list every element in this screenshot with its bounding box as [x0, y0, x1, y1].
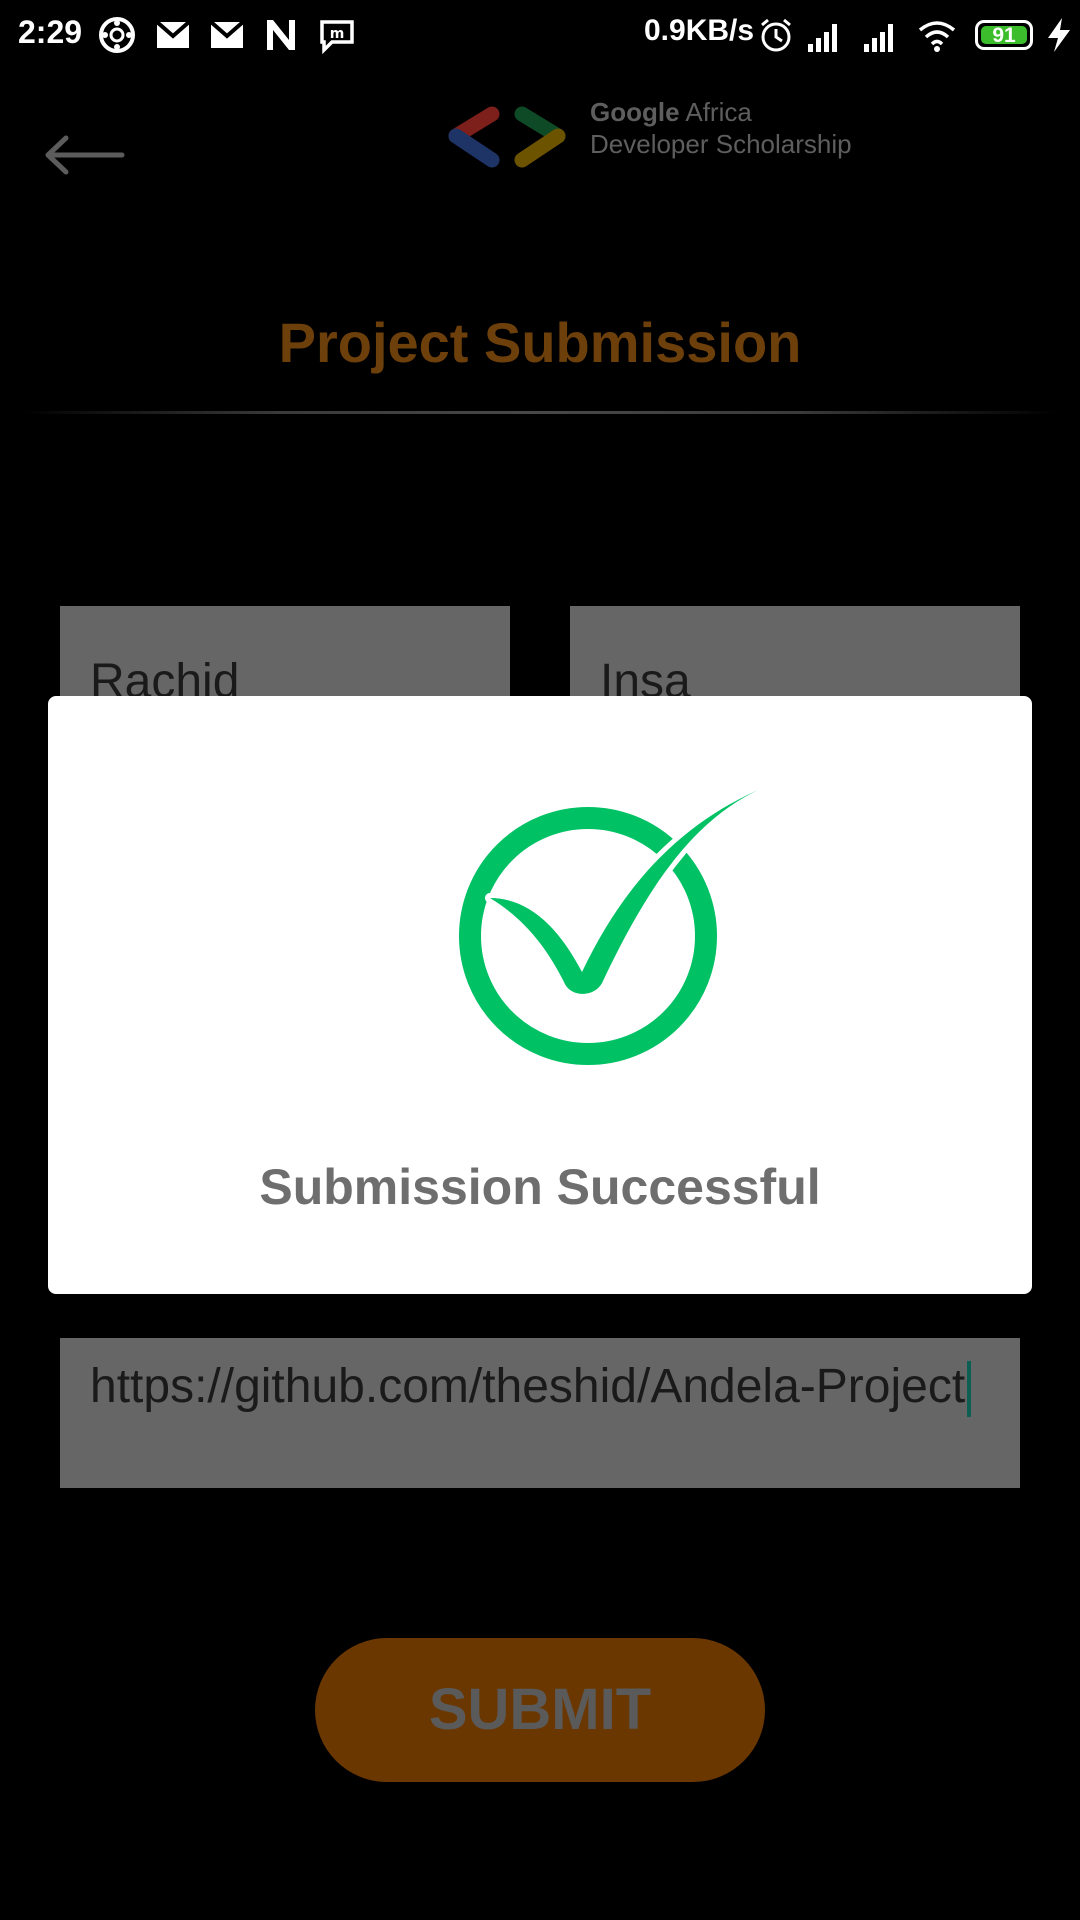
alarm-icon [761, 18, 791, 52]
first-name-input[interactable]: Rachid [60, 606, 510, 698]
battery-level: 91 [992, 24, 1016, 47]
page-title: Project Submission [278, 311, 802, 374]
project-link-value: https://github.com/theshid/Andela-Projec… [90, 1360, 966, 1413]
gmail-icon [155, 20, 191, 48]
wifi-icon [918, 21, 956, 52]
last-name-input[interactable]: Insa [570, 606, 1020, 698]
n-icon [267, 20, 295, 50]
status-time: 2:29 [18, 14, 83, 50]
success-message: Submission Successful [259, 1159, 821, 1215]
first-name-value: Rachid [90, 655, 240, 698]
back-arrow-icon[interactable] [42, 130, 126, 180]
success-dialog: Submission Successful [48, 696, 1032, 1294]
signal-icon [864, 24, 893, 52]
text-cursor [967, 1361, 972, 1418]
submit-button[interactable]: SUBMIT [315, 1638, 765, 1782]
brand-africa: Africa [685, 97, 752, 127]
app-icon [99, 17, 135, 53]
signal-icon [808, 24, 837, 52]
brand-developer-scholarship: Developer Scholarship [590, 129, 852, 159]
success-check-icon [459, 785, 763, 1065]
last-name-value: Insa [600, 655, 691, 698]
title-divider [20, 411, 1060, 414]
gmail-icon [209, 20, 245, 48]
battery-icon: 91 [975, 20, 1033, 50]
charging-icon [1048, 18, 1070, 52]
net-speed: 0.9KB/s [644, 14, 755, 47]
project-link-input[interactable]: https://github.com/theshid/Andela-Projec… [60, 1338, 1020, 1488]
status-bar: 2:29 m 0.9KB/s 91 [0, 0, 1080, 70]
svg-text:m: m [330, 26, 345, 42]
google-developers-logo [448, 106, 566, 168]
brand-text: Google Africa Developer Scholarship [590, 96, 852, 160]
message-icon: m [320, 20, 354, 54]
brand-google: Google [590, 97, 680, 127]
